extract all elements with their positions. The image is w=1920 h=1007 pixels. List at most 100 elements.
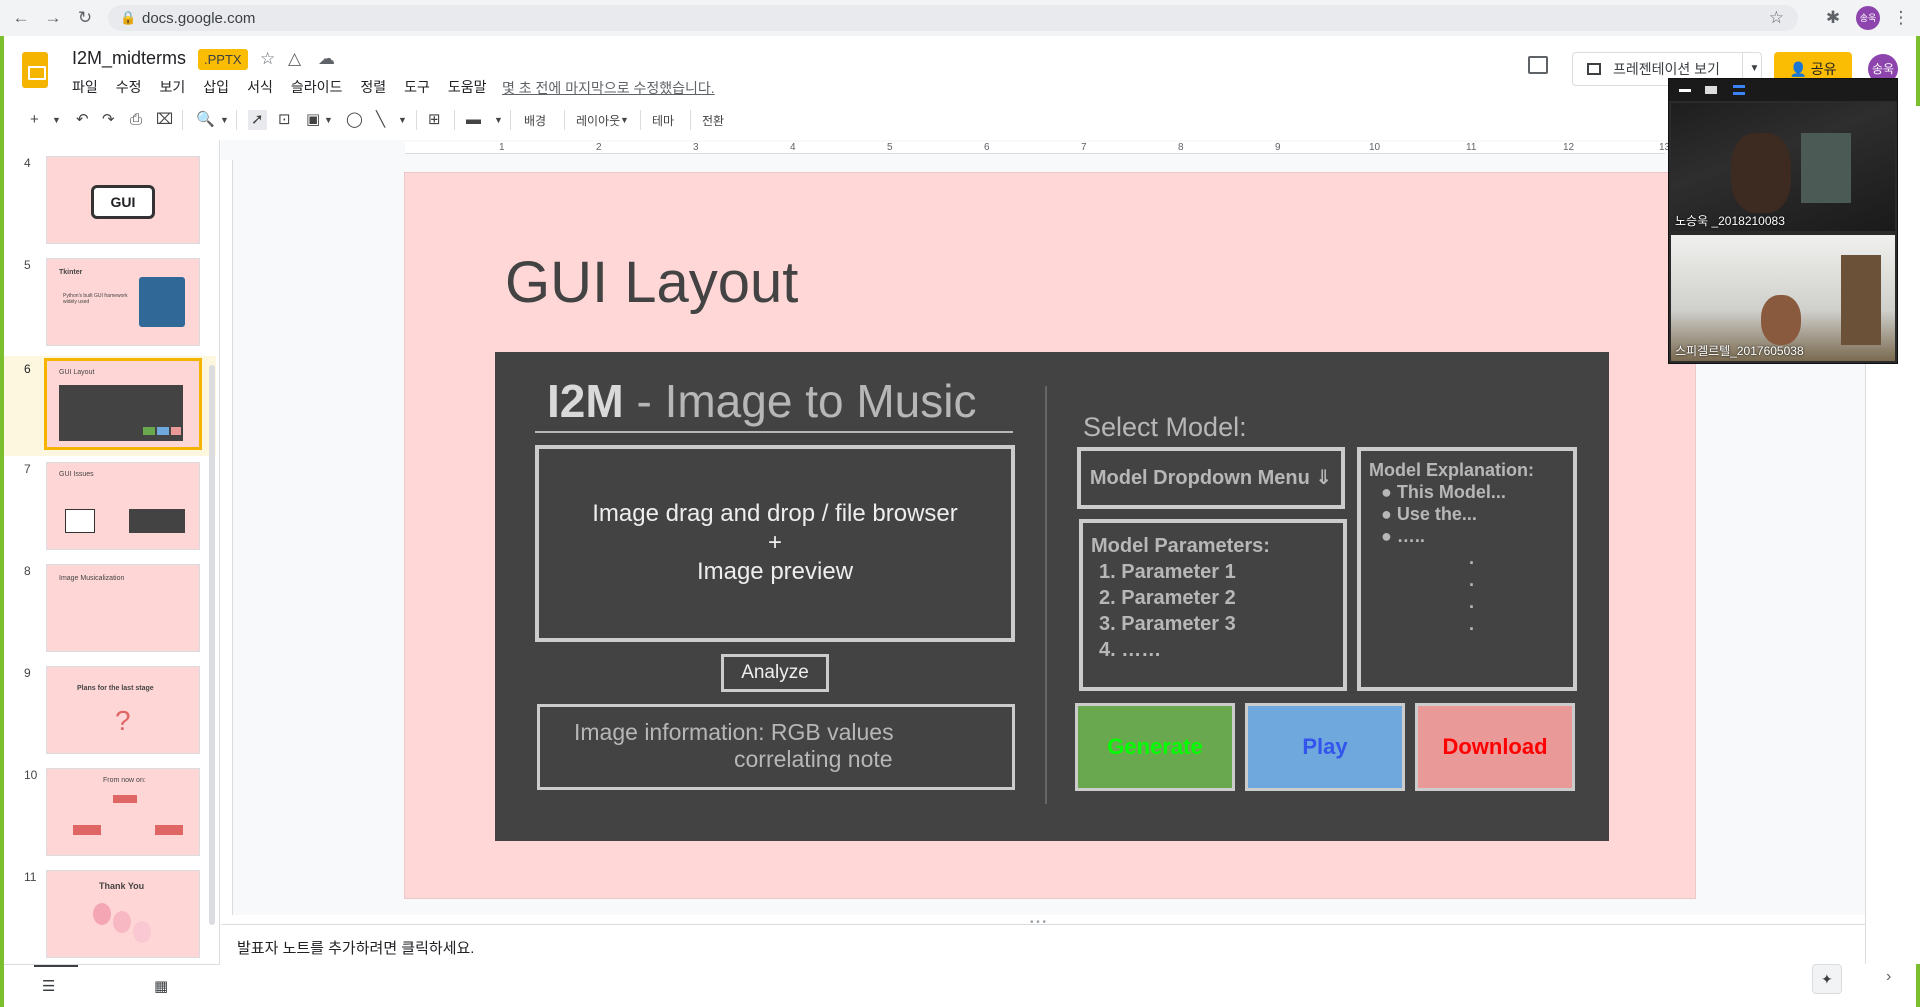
image-info-box[interactable]: Image information: RGB values correlatin…: [537, 704, 1015, 790]
filmstrip-footer: ☰ ▦: [4, 964, 220, 1007]
slide-filmstrip: 4 GUI 5 Tkinter Python's built GUI frame…: [4, 140, 220, 964]
line-icon[interactable]: ╲: [376, 110, 385, 130]
notes-placeholder[interactable]: 발표자 노트를 추가하려면 클릭하세요.: [237, 937, 474, 958]
generate-button[interactable]: Generate: [1075, 703, 1235, 791]
menu-edit[interactable]: 수정: [116, 77, 142, 97]
menu-arrange[interactable]: 정렬: [360, 77, 386, 97]
comment-icon[interactable]: [1528, 56, 1548, 74]
forward-icon[interactable]: →: [44, 9, 62, 27]
filmstrip-scrollbar[interactable]: [209, 365, 215, 925]
address-bar[interactable]: 🔒 docs.google.com ☆: [108, 5, 1798, 31]
slide-thumbnail-9[interactable]: Plans for the last stage ?: [46, 666, 200, 754]
slides-logo-icon[interactable]: [22, 52, 48, 88]
cloud-status-icon[interactable]: ☁: [318, 49, 335, 69]
slide-number: 8: [24, 564, 31, 578]
bookmark-star-icon[interactable]: ☆: [1769, 8, 1784, 28]
menu-format[interactable]: 서식: [247, 77, 273, 97]
gui-mockup-box[interactable]: I2M - Image to Music Image drag and drop…: [495, 352, 1609, 841]
gallery-view-icon[interactable]: [1705, 86, 1717, 94]
thumb-shape: [73, 825, 101, 835]
slide-thumbnail-10[interactable]: From now on:: [46, 768, 200, 856]
border-weight-icon[interactable]: ▬: [466, 110, 481, 130]
slide-thumbnail-5[interactable]: Tkinter Python's built GUI framework wid…: [46, 258, 200, 346]
select-cursor-icon[interactable]: ➚: [248, 110, 267, 130]
thumb-balloon: [93, 903, 111, 925]
slide-thumbnail-6[interactable]: GUI Layout: [44, 358, 202, 450]
image-chevron-icon[interactable]: ▼: [324, 110, 333, 130]
analyze-button[interactable]: Analyze: [721, 654, 829, 692]
ruler-mark: 12: [1563, 142, 1575, 153]
slide-thumbnail-4[interactable]: GUI: [46, 156, 200, 244]
params-title: Model Parameters:: [1091, 535, 1270, 557]
new-slide-chevron-icon[interactable]: ▼: [52, 110, 61, 130]
extensions-icon[interactable]: ✱: [1824, 9, 1842, 27]
reload-icon[interactable]: ↻: [76, 9, 94, 27]
slide-thumbnail-7[interactable]: GUI Issues: [46, 462, 200, 550]
download-button[interactable]: Download: [1415, 703, 1575, 791]
participant-video-1[interactable]: 노승욱 _2018210083: [1671, 103, 1895, 231]
transition-button[interactable]: 전환: [702, 112, 724, 129]
redo-icon[interactable]: ↷: [102, 110, 115, 130]
slide-thumbnail-8[interactable]: Image Musicalization: [46, 564, 200, 652]
background-button[interactable]: 배경: [524, 112, 546, 129]
back-icon[interactable]: ←: [12, 9, 30, 27]
drop-text-3: Image preview: [696, 558, 854, 585]
model-explanation-box[interactable]: Model Explanation: ● This Model... ● Use…: [1357, 447, 1577, 691]
new-slide-icon[interactable]: +: [30, 110, 39, 130]
menu-slide[interactable]: 슬라이드: [291, 77, 343, 97]
image-icon[interactable]: ▣: [306, 110, 320, 130]
add-comment-icon[interactable]: ⊞: [428, 110, 441, 130]
model-dropdown[interactable]: Model Dropdown Menu ⇓: [1077, 447, 1345, 509]
horizontal-ruler: 1 2 3 4 5 6 7 8 9 10 11 12 13: [405, 142, 1670, 154]
thumb-shape: [155, 825, 183, 835]
video-call-overlay[interactable]: 노승욱 _2018210083 스피겔르텔_2017605038: [1668, 78, 1898, 364]
active-view-indicator: [34, 965, 78, 967]
last-edit-link[interactable]: 몇 초 전에 마지막으로 수정했습니다.: [502, 78, 715, 98]
chevron-right-icon[interactable]: ›: [1886, 968, 1891, 986]
zoom-icon[interactable]: 🔍: [196, 110, 215, 130]
thumb-title: Image Musicalization: [59, 575, 125, 582]
slide-number: 10: [24, 768, 38, 782]
model-parameters-box[interactable]: Model Parameters: 1. Parameter 1 2. Para…: [1079, 519, 1347, 691]
grid-view-icon[interactable]: ▦: [154, 977, 168, 995]
menu-insert[interactable]: 삽입: [203, 77, 229, 97]
theme-button[interactable]: 테마: [652, 112, 674, 129]
border-chevron-icon[interactable]: ▼: [494, 110, 503, 130]
more-icon[interactable]: ⋮: [1892, 9, 1910, 27]
speaker-notes[interactable]: 발표자 노트를 추가하려면 클릭하세요.: [221, 924, 1865, 1007]
heading-underline: [535, 431, 1013, 433]
speaker-view-icon[interactable]: [1733, 85, 1745, 95]
minimize-icon[interactable]: [1679, 89, 1691, 92]
paint-format-icon[interactable]: ⌧: [156, 110, 173, 130]
menu-view[interactable]: 보기: [160, 77, 186, 97]
move-to-drive-icon[interactable]: △: [288, 49, 301, 69]
image-drop-area[interactable]: Image drag and drop / file browser + Ima…: [535, 445, 1015, 642]
layout-chevron-icon[interactable]: ▼: [620, 110, 629, 130]
undo-icon[interactable]: ↶: [76, 110, 89, 130]
param-item: 3. Parameter 3: [1099, 613, 1236, 635]
thumb-balloon: [113, 911, 131, 933]
slide[interactable]: GUI Layout I2M - Image to Music Image dr…: [404, 172, 1696, 899]
app-name-heading[interactable]: I2M - Image to Music: [547, 374, 976, 428]
layout-button[interactable]: 레이아웃: [576, 112, 620, 129]
list-view-icon[interactable]: ☰: [42, 977, 55, 995]
explore-icon[interactable]: ✦: [1812, 964, 1842, 994]
line-chevron-icon[interactable]: ▼: [398, 110, 407, 130]
drop-text-1: Image drag and drop / file browser: [592, 500, 958, 527]
print-icon[interactable]: ⎙: [130, 110, 142, 130]
participant-video-2[interactable]: 스피겔르텔_2017605038: [1671, 235, 1895, 361]
document-title[interactable]: I2M_midterms: [72, 48, 186, 69]
text-box-icon[interactable]: ⊡: [278, 110, 291, 130]
star-icon[interactable]: ☆: [260, 49, 275, 69]
profile-avatar[interactable]: 송욱: [1856, 6, 1880, 30]
app-name-rest: - Image to Music: [623, 375, 977, 427]
shape-icon[interactable]: ◯: [346, 110, 363, 130]
menu-tools[interactable]: 도구: [404, 77, 430, 97]
thumb-title: Plans for the last stage: [77, 685, 154, 692]
zoom-chevron-icon[interactable]: ▼: [220, 110, 229, 130]
slide-title[interactable]: GUI Layout: [505, 249, 798, 316]
slide-thumbnail-11[interactable]: Thank You: [46, 870, 200, 958]
menu-file[interactable]: 파일: [72, 77, 98, 97]
play-button[interactable]: Play: [1245, 703, 1405, 791]
menu-help[interactable]: 도움말: [448, 77, 487, 97]
